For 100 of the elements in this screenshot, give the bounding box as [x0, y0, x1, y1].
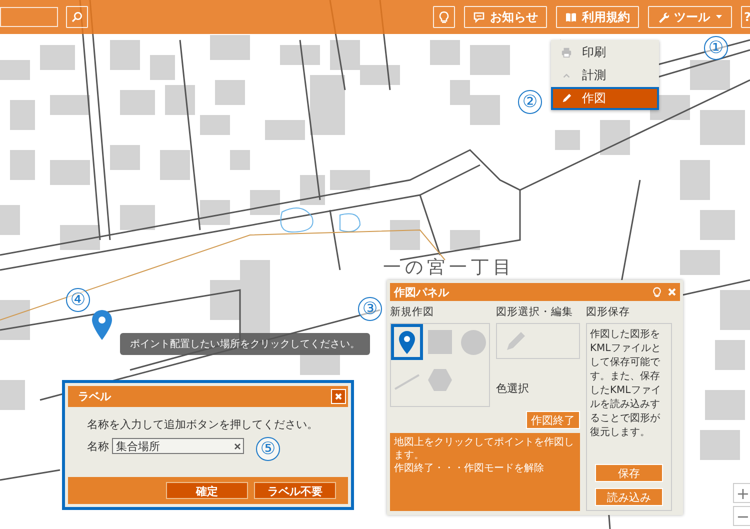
- building: [120, 90, 155, 115]
- tooltip: ポイント配置したい場所をクリックしてください。: [120, 333, 370, 355]
- no-label-button[interactable]: ラベル不要: [254, 482, 336, 499]
- save-description: 作図した図形をKMLファイルとして保存可能です。また、保存したKMLファイルを読み込みすることで図形が復元します。: [590, 328, 662, 440]
- building: [690, 60, 730, 90]
- printer-icon: [561, 47, 572, 58]
- zoom-out-button[interactable]: −: [733, 506, 750, 526]
- callout-number: ②: [518, 90, 542, 114]
- caret-icon: [715, 13, 724, 21]
- zoom-in-button[interactable]: +: [733, 483, 750, 503]
- building: [280, 45, 320, 65]
- close-icon: [335, 393, 342, 400]
- building: [60, 225, 100, 250]
- tools-button[interactable]: ツール: [648, 6, 732, 28]
- building: [300, 175, 325, 205]
- pond-outline: [280, 208, 314, 232]
- building: [700, 110, 745, 145]
- name-field[interactable]: 集合場所: [112, 438, 244, 454]
- terms-button[interactable]: 利用規約: [556, 6, 640, 28]
- building: [310, 75, 345, 135]
- menu-item[interactable]: 計測: [551, 64, 659, 87]
- info-text: 地図上をクリックしてポイントを作図します。: [394, 436, 575, 462]
- building: [250, 190, 280, 215]
- pencil-icon: [561, 93, 572, 104]
- map-label: 一の宮一丁目: [383, 256, 515, 279]
- callout-number: ⑤: [256, 437, 280, 461]
- building: [430, 40, 460, 65]
- bulb-icon: [438, 11, 450, 23]
- square-icon: [428, 330, 452, 354]
- news-button[interactable]: お知らせ: [464, 6, 548, 28]
- speech-bubble-icon: [473, 11, 486, 23]
- building: [390, 220, 420, 250]
- building: [110, 40, 140, 70]
- section-heading: 図形保存: [586, 305, 631, 319]
- hexagon-icon: [428, 369, 452, 391]
- callout-number: ③: [358, 297, 382, 321]
- menu-item[interactable]: 作図: [551, 87, 659, 110]
- info-text: 作図終了・・・作図モードを解除: [394, 462, 545, 475]
- building: [110, 145, 140, 170]
- close-icon: [668, 288, 676, 296]
- confirm-button[interactable]: 確定: [166, 482, 248, 499]
- section-heading: 新規作図: [390, 305, 435, 319]
- building: [10, 100, 35, 130]
- building: [0, 380, 25, 410]
- building: [40, 45, 75, 70]
- building: [680, 160, 710, 200]
- shape-tool[interactable]: [391, 324, 423, 360]
- search-field[interactable]: [0, 7, 58, 27]
- callout-number: ①: [704, 36, 728, 60]
- section-heading: 図形選択・編集: [496, 305, 574, 319]
- dialog-message: 名称を入力して追加ボタンを押してください。: [87, 417, 319, 432]
- pencil-icon: [505, 330, 527, 352]
- save-button[interactable]: 保存: [595, 464, 663, 482]
- field-label: 名称: [87, 438, 109, 454]
- close-button[interactable]: [331, 389, 346, 404]
- color-select-label[interactable]: 色選択: [496, 381, 580, 407]
- circle-icon: [460, 330, 486, 354]
- book-icon: [565, 11, 578, 23]
- help-button[interactable]: ?: [741, 6, 750, 28]
- callout-number: ④: [66, 288, 90, 312]
- bulb-icon: [652, 287, 662, 297]
- building: [720, 290, 750, 330]
- building: [50, 160, 90, 185]
- road-line: [0, 469, 60, 481]
- building: [0, 205, 20, 235]
- building: [160, 150, 190, 180]
- search-icon: [71, 11, 83, 23]
- building: [215, 80, 245, 105]
- search-button[interactable]: [66, 6, 88, 28]
- building: [200, 115, 230, 135]
- pond-outline: [340, 213, 360, 232]
- building: [330, 170, 370, 190]
- building: [700, 210, 735, 240]
- building: [700, 430, 740, 460]
- building: [600, 120, 630, 155]
- building: [0, 300, 30, 340]
- building: [165, 85, 195, 115]
- wrench-icon: [657, 11, 670, 23]
- end-drawing-button[interactable]: 作図終了: [526, 411, 580, 429]
- hint-button[interactable]: [433, 6, 456, 28]
- building: [680, 250, 720, 275]
- building: [265, 120, 305, 140]
- building: [10, 150, 35, 180]
- building: [50, 95, 90, 115]
- building: [200, 200, 230, 225]
- panel-title: 作図パネル: [394, 284, 450, 300]
- dialog-title: ラベル: [78, 389, 111, 404]
- menu-item[interactable]: 印刷: [551, 41, 659, 64]
- building: [210, 35, 250, 60]
- load-button[interactable]: 読み込み: [595, 488, 663, 506]
- building: [120, 205, 155, 230]
- building: [470, 45, 510, 75]
- building: [150, 55, 175, 80]
- building: [555, 130, 580, 150]
- building: [715, 340, 745, 370]
- map-pin-icon: [91, 309, 113, 341]
- building: [230, 150, 250, 170]
- building: [450, 230, 480, 250]
- pin-icon: [398, 330, 416, 354]
- building: [705, 390, 745, 420]
